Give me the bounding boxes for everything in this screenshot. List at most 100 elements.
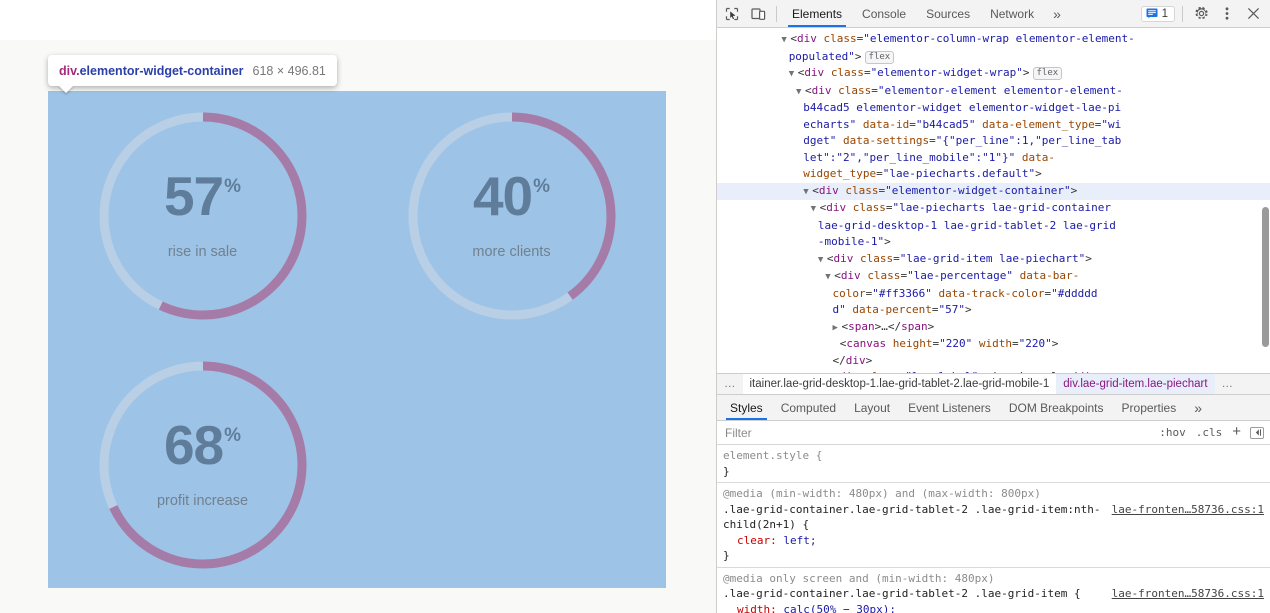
breadcrumb-item[interactable]: div.lae-grid-item.lae-piechart [1056,373,1214,395]
style-rule[interactable]: @media (min-width: 480px) and (max-width… [717,483,1270,568]
inspect-element-icon[interactable] [719,2,745,26]
dom-tree-scroll-thumb[interactable] [1262,207,1269,347]
dom-node[interactable]: d" data-percent="57"> [717,302,1270,319]
dom-node[interactable]: let":"2","per_line_mobile":"1"}" data- [717,150,1270,167]
dom-node[interactable]: dget" data-settings="{"per_line":1,"per_… [717,133,1270,150]
rule-selector[interactable]: .lae-grid-container.lae-grid-tablet-2 .l… [723,502,1266,533]
breadcrumb-item[interactable]: itainer.lae-grid-desktop-1.lae-grid-tabl… [743,373,1057,395]
breadcrumb-item[interactable]: … [1215,373,1241,395]
disclosure-triangle-icon[interactable]: ▶ [833,320,842,337]
gear-icon[interactable] [1188,2,1214,26]
piechart-value-row: 68% [164,420,241,471]
piechart-ring: 68%profit increase [93,355,313,575]
page-viewport: 57%rise in sale 40% more clients 68%profit … [0,0,716,613]
disclosure-triangle-icon[interactable]: ▼ [803,184,812,201]
rule-source-link[interactable]: lae-fronten…58736.css:1 [1112,502,1264,518]
disclosure-triangle-icon[interactable]: ▼ [789,66,798,83]
dom-node[interactable]: widget_type="lae-piecharts.default"> [717,166,1270,183]
console-message-count: 1 [1162,8,1168,20]
rule-selector[interactable]: element.style { [723,448,1266,464]
dom-node[interactable]: b44cad5 elementor-widget elementor-widge… [717,100,1270,117]
styles-filter-bar: :hov .cls + [717,421,1270,445]
rule-close-brace: } [723,464,1266,480]
devtools-more-tabs[interactable]: » [1044,6,1070,22]
toggle-sidebar-icon[interactable] [1250,427,1264,439]
toolbar-divider-2 [1182,6,1183,22]
devtools-tab-console[interactable]: Console [852,0,916,27]
dom-node[interactable]: lae-grid-desktop-1 lae-grid-tablet-2 lae… [717,218,1270,235]
breadcrumb-item[interactable]: … [717,373,743,395]
styles-tab-layout[interactable]: Layout [845,395,899,420]
devtools-panel: ElementsConsoleSourcesNetwork » 1 [716,0,1270,613]
dom-node[interactable]: <div class="lae-label">rise in sale</div… [717,369,1270,373]
piechart-center: 57%rise in sale [93,106,313,326]
styles-tab-styles[interactable]: Styles [721,395,772,420]
piechart-percent-symbol: % [224,177,241,196]
tooltip-class-name: elementor-widget-container [80,64,244,78]
new-style-rule-button[interactable]: + [1227,423,1244,442]
tooltip-dimensions: 618 × 496.81 [253,64,326,78]
tooltip-arrow [58,85,74,93]
dom-node-selected[interactable]: ▼<div class="elementor-widget-container"… [717,183,1270,201]
dom-node[interactable]: -mobile-1"> [717,234,1270,251]
cls-toggle-button[interactable]: .cls [1191,426,1228,439]
devtools-tab-sources[interactable]: Sources [916,0,980,27]
style-rule[interactable]: @media only screen and (min-width: 480px… [717,568,1270,613]
dom-node[interactable]: ▼<div class="lae-piecharts lae-grid-cont… [717,200,1270,218]
kebab-menu-icon[interactable] [1214,2,1240,26]
dom-tree[interactable]: ▼<div class="elementor-column-wrap eleme… [717,28,1270,373]
style-declaration[interactable]: width: calc(50% − 30px); [723,602,1266,613]
dom-node[interactable]: ▼<div class="lae-grid-item lae-piechart"… [717,251,1270,269]
toolbar-divider [776,6,777,22]
devtools-tab-elements[interactable]: Elements [782,0,852,27]
console-message-chip[interactable]: 1 [1141,6,1175,22]
screenshot-root: 57%rise in sale 40% more clients 68%profit … [0,0,1270,613]
styles-tab-computed[interactable]: Computed [772,395,845,420]
style-declaration[interactable]: clear: left; [723,533,1266,549]
devtools-toolbar: ElementsConsoleSourcesNetwork » 1 [717,0,1270,28]
styles-filter-input[interactable] [723,425,1154,441]
close-icon[interactable] [1240,2,1266,26]
dom-tree-scrollbar[interactable] [1261,31,1270,373]
dom-node[interactable]: ▼<div class="elementor-widget-wrap">flex [717,65,1270,83]
dom-node[interactable]: echarts" data-id="b44cad5" data-element_… [717,117,1270,134]
tooltip-tag-name: div. [59,64,80,78]
piechart-percent: 68 [164,420,223,471]
piechart-center: 68%profit increase [93,355,313,575]
device-toolbar-icon[interactable] [745,2,771,26]
rule-close-brace: } [723,548,1266,564]
dom-node[interactable]: ▼<div class="elementor-column-wrap eleme… [717,31,1270,49]
dom-node[interactable]: ▼<div class="elementor-element elementor… [717,83,1270,101]
breadcrumb: …itainer.lae-grid-desktop-1.lae-grid-tab… [717,373,1270,395]
dom-node[interactable]: populated">flex [717,49,1270,66]
disclosure-triangle-icon[interactable]: ▼ [818,252,827,269]
styles-pane-tab-list: StylesComputedLayoutEvent ListenersDOM B… [717,395,1270,421]
dom-node[interactable]: <canvas height="220" width="220"> [717,336,1270,353]
disclosure-triangle-icon[interactable]: ▼ [811,201,820,218]
styles-tab-event-listeners[interactable]: Event Listeners [899,395,1000,420]
style-rule[interactable]: element.style {} [717,445,1270,483]
flex-badge[interactable]: flex [865,51,895,64]
piechart-label: more clients [472,244,550,260]
piechart-ring: 40% more clients [402,106,622,326]
styles-more-tabs[interactable]: » [1185,400,1211,416]
dom-node[interactable]: color="#ff3366" data-track-color="#ddddd [717,286,1270,303]
hov-toggle-button[interactable]: :hov [1154,426,1191,439]
styles-content[interactable]: element.style {} @media (min-width: 480px… [717,445,1270,613]
dom-node[interactable]: ▼<div class="lae-percentage" data-bar- [717,268,1270,286]
flex-badge[interactable]: flex [1033,67,1063,80]
styles-tab-properties[interactable]: Properties [1113,395,1186,420]
styles-tab-dom-breakpoints[interactable]: DOM Breakpoints [1000,395,1113,420]
inspector-tooltip: div.elementor-widget-container 618 × 496… [48,55,337,86]
disclosure-triangle-icon[interactable]: ▼ [825,269,834,286]
rule-selector[interactable]: .lae-grid-container.lae-grid-tablet-2 .l… [723,586,1266,602]
piechart-value-row: 40% [473,171,550,222]
rule-media-query: @media (min-width: 480px) and (max-width… [723,486,1266,502]
devtools-tab-network[interactable]: Network [980,0,1044,27]
dom-node[interactable]: ▶<span>…</span> [717,319,1270,337]
disclosure-triangle-icon[interactable]: ▼ [796,84,805,101]
piechart-percent: 40 [473,171,532,222]
rule-source-link[interactable]: lae-fronten…58736.css:1 [1112,586,1264,602]
dom-node[interactable]: </div> [717,353,1270,370]
piechart-item: 57%rise in sale [48,91,357,340]
